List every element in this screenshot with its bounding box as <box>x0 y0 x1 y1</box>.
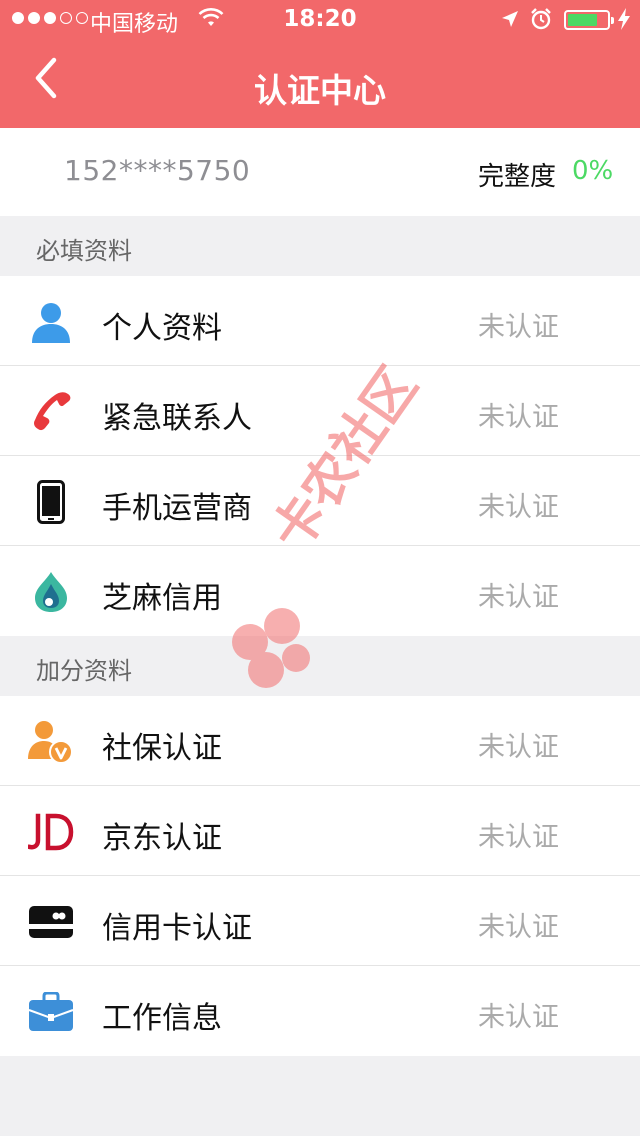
phone-icon <box>28 389 74 435</box>
jd-logo-icon <box>28 809 74 855</box>
item-label: 工作信息 <box>102 1001 222 1036</box>
item-label: 信用卡认证 <box>102 911 252 946</box>
item-status: 未认证 <box>478 402 559 433</box>
completeness-label: 完整度 <box>478 162 557 192</box>
sesame-credit-icon <box>28 569 74 615</box>
completeness-value: 0% <box>572 156 614 186</box>
list-item-social-security[interactable]: 社保认证 未认证 <box>0 696 640 786</box>
briefcase-icon <box>28 989 74 1035</box>
item-label: 紧急联系人 <box>102 401 252 436</box>
item-label: 手机运营商 <box>102 491 252 526</box>
social-security-icon <box>28 719 74 765</box>
phone-number: 152****5750 <box>64 154 251 187</box>
page-title: 认证中心 <box>254 71 386 110</box>
section-header-required: 必填资料 <box>0 216 640 276</box>
item-status: 未认证 <box>478 492 559 523</box>
battery-icon <box>564 10 614 30</box>
status-bar: 中国移动 18:20 <box>0 0 640 40</box>
mobile-icon <box>28 479 74 525</box>
list-item-credit-card[interactable]: 信用卡认证 未认证 <box>0 876 640 966</box>
section-header-bonus: 加分资料 <box>0 636 640 696</box>
person-icon <box>28 299 74 345</box>
list-item-work-info[interactable]: 工作信息 未认证 <box>0 966 640 1056</box>
item-status: 未认证 <box>478 1002 559 1033</box>
item-label: 芝麻信用 <box>102 581 222 616</box>
item-label: 社保认证 <box>102 731 222 766</box>
item-status: 未认证 <box>478 732 559 763</box>
credit-card-icon <box>28 899 74 945</box>
account-summary: 152****5750 完整度 0% <box>0 128 640 216</box>
item-status: 未认证 <box>478 912 559 943</box>
section-title: 加分资料 <box>36 657 132 685</box>
list-item-sesame-credit[interactable]: 芝麻信用 未认证 <box>0 546 640 636</box>
item-label: 京东认证 <box>102 821 222 856</box>
list-item-personal-info[interactable]: 个人资料 未认证 <box>0 276 640 366</box>
charging-bolt-icon <box>618 8 630 36</box>
item-status: 未认证 <box>478 312 559 343</box>
item-status: 未认证 <box>478 822 559 853</box>
location-arrow-icon <box>500 9 520 35</box>
alarm-clock-icon <box>530 8 552 36</box>
list-item-jd[interactable]: 京东认证 未认证 <box>0 786 640 876</box>
item-status: 未认证 <box>478 582 559 613</box>
section-title: 必填资料 <box>36 237 132 265</box>
item-label: 个人资料 <box>102 311 222 346</box>
